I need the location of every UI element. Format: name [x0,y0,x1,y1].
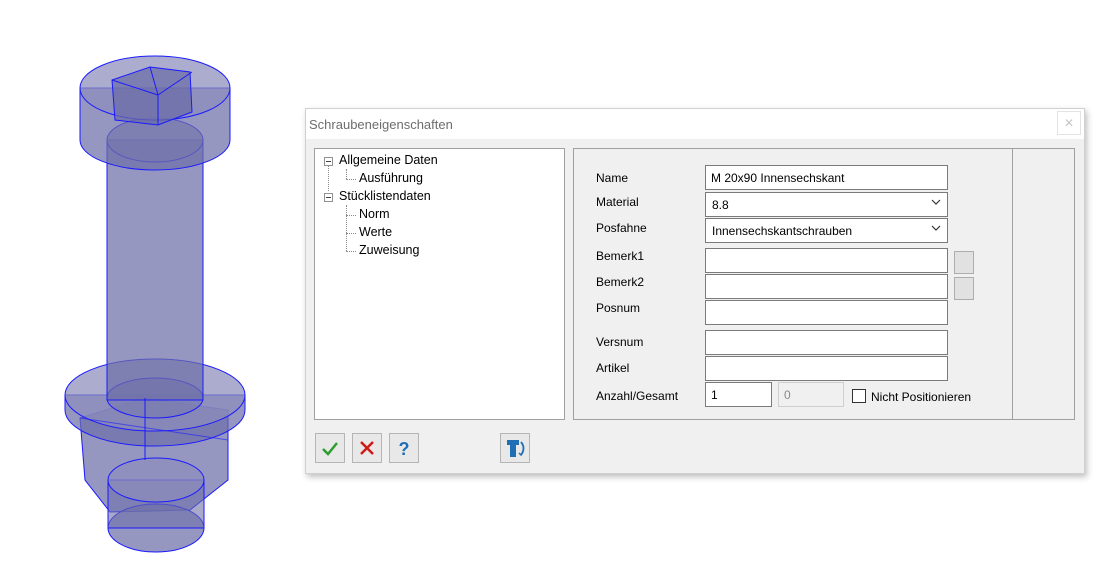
versnum-field[interactable] [705,330,948,355]
tree-expander-allgemeine[interactable] [324,157,333,166]
ok-checkmark-icon [322,442,338,456]
bolt-3d-view [64,55,246,553]
label-versnum: Versnum [596,335,644,349]
help-question-icon: ? [399,439,410,458]
bolt-properties-dialog: Schraubeneigenschaften ✕ Allgemeine Date… [305,108,1085,474]
dialog-title: Schraubeneigenschaften [309,117,453,132]
label-material: Material [596,195,639,209]
bolt-select-button[interactable] [500,433,530,463]
bemerk1-field[interactable] [705,248,948,273]
label-posnum: Posnum [596,301,641,315]
artikel-field[interactable] [705,356,948,381]
ok-button[interactable] [315,433,345,463]
properties-panel-right [1013,148,1075,420]
gesamt-field [778,382,844,407]
svg-text:?: ? [399,439,410,458]
posnum-field[interactable] [705,300,948,325]
bemerk1-browse-button[interactable] [954,251,974,274]
cancel-x-icon [360,441,374,455]
label-name: Name [596,171,629,185]
help-button[interactable]: ? [389,433,419,463]
tree-expander-stueckliste[interactable] [324,193,333,202]
cancel-button[interactable] [352,433,382,463]
name-field[interactable] [705,165,948,190]
label-bemerk1: Bemerk1 [596,249,645,263]
anzahl-field[interactable] [705,382,772,407]
label-posfahne: Posfahne [596,221,647,235]
nicht-positionieren-checkbox[interactable] [852,389,866,403]
bemerk2-field[interactable] [705,274,948,299]
chevron-down-icon [931,225,941,231]
material-select[interactable]: 8.8 [705,192,948,217]
posfahne-select[interactable]: Innensechskantschrauben [705,218,948,243]
tree-item-ausfuehrung[interactable]: Ausführung [359,171,423,185]
close-button[interactable]: ✕ [1057,111,1081,135]
dialog-titlebar[interactable]: Schraubeneigenschaften ✕ [306,109,1084,139]
tree-item-stuecklistendaten[interactable]: Stücklistendaten [339,189,431,203]
tree-item-zuweisung[interactable]: Zuweisung [359,243,419,257]
label-anzahl-gesamt: Anzahl/Gesamt [596,389,679,403]
tree-item-werte[interactable]: Werte [359,225,392,239]
material-value: 8.8 [712,198,729,212]
bemerk2-browse-button[interactable] [954,277,974,300]
property-tree[interactable]: Allgemeine Daten Ausführung Stücklistend… [314,148,565,420]
posfahne-value: Innensechskantschrauben [712,224,853,238]
tree-item-norm[interactable]: Norm [359,207,390,221]
nicht-positionieren-label[interactable]: Nicht Positionieren [871,390,971,404]
chevron-down-icon [931,199,941,205]
label-bemerk2: Bemerk2 [596,275,645,289]
label-artikel: Artikel [596,361,630,375]
bolt-select-icon [507,440,525,457]
tree-item-allgemeine-daten[interactable]: Allgemeine Daten [339,153,438,167]
